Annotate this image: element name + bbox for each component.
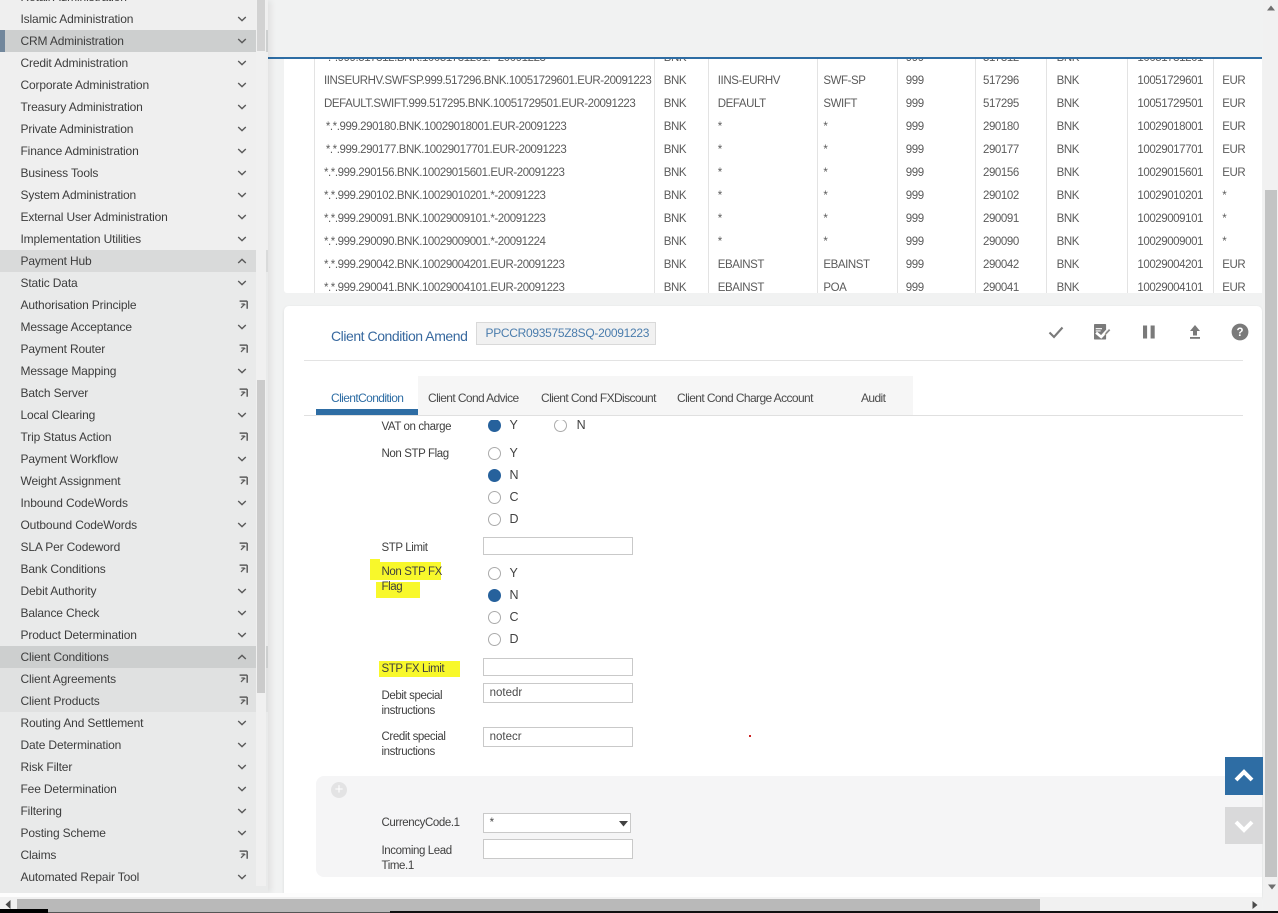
svg-text:?: ? bbox=[1236, 327, 1243, 339]
